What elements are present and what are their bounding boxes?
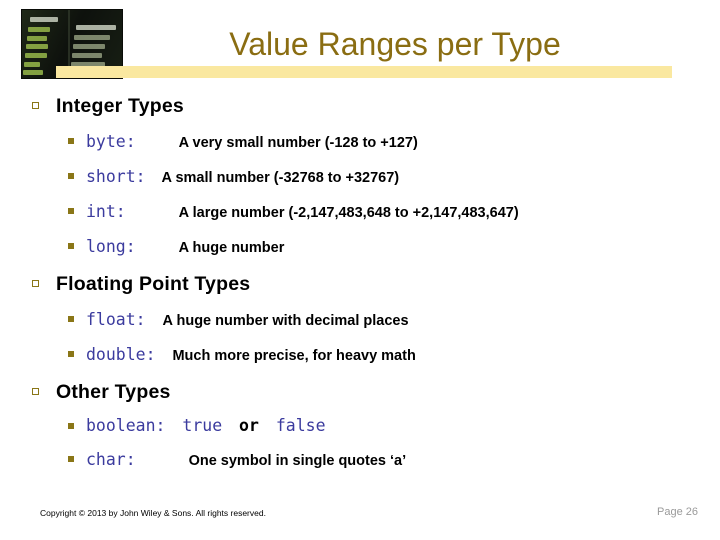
type-description-float: A huge number with decimal places: [162, 313, 409, 329]
page-title: Value Ranges per Type: [229, 26, 561, 62]
slide-body: Integer Types byte: A very small number …: [0, 92, 720, 477]
section-heading-label: Integer Types: [56, 95, 184, 117]
title-accent-bar: [56, 66, 672, 78]
square-outline-bullet-icon: [32, 102, 39, 109]
square-filled-bullet-icon: [68, 456, 74, 462]
section-heading-label: Other Types: [56, 381, 171, 403]
list-item-int: int: A large number (-2,147,483,648 to +…: [0, 194, 720, 229]
type-name-boolean: boolean:: [86, 416, 166, 435]
type-description-long: A huge number: [178, 240, 285, 256]
square-filled-bullet-icon: [68, 173, 74, 179]
square-filled-bullet-icon: [68, 208, 74, 214]
type-name-short: short:: [86, 167, 146, 186]
type-name-int: int:: [86, 202, 126, 221]
type-description-double: Much more precise, for heavy math: [172, 348, 416, 364]
boolean-conjunction: or: [239, 416, 259, 435]
square-filled-bullet-icon: [68, 423, 74, 429]
board-row: [25, 53, 47, 58]
board-row: [26, 44, 48, 49]
slide: Value Ranges per Type Integer Types byte…: [0, 0, 720, 540]
boolean-value-true: true: [182, 416, 223, 435]
section-heading-floating-point-types: Floating Point Types: [0, 270, 720, 298]
square-outline-bullet-icon: [32, 280, 39, 287]
type-name-long: long:: [86, 237, 136, 256]
board-row: [27, 36, 47, 41]
list-item-short: short: A small number (-32768 to +32767): [0, 159, 720, 194]
section-heading-other-types: Other Types: [0, 378, 720, 406]
list-item-char: char: One symbol in single quotes ‘a’: [0, 442, 720, 477]
square-filled-bullet-icon: [68, 351, 74, 357]
type-name-char: char:: [86, 450, 136, 469]
page-number: Page 26: [657, 506, 698, 518]
type-description-byte: A very small number (-128 to +127): [178, 135, 418, 151]
board-destination: [72, 53, 102, 58]
section-heading-integer-types: Integer Types: [0, 92, 720, 120]
square-filled-bullet-icon: [68, 243, 74, 249]
square-outline-bullet-icon: [32, 388, 39, 395]
type-name-float: float:: [86, 310, 146, 329]
list-item-boolean: boolean: true or false: [0, 410, 720, 442]
type-name-double: double:: [86, 345, 156, 364]
board-header-text: [30, 17, 58, 22]
type-description-int: A large number (-2,147,483,648 to +2,147…: [178, 205, 519, 221]
type-name-byte: byte:: [86, 132, 136, 151]
board-row: [23, 70, 43, 75]
boolean-value-false: false: [275, 416, 326, 435]
type-description-short: A small number (-32768 to +32767): [161, 170, 400, 186]
slide-header: Value Ranges per Type: [0, 0, 720, 90]
type-description-char: One symbol in single quotes ‘a’: [188, 453, 407, 469]
board-row: [24, 62, 40, 67]
board-row: [28, 27, 50, 32]
square-filled-bullet-icon: [68, 138, 74, 144]
list-item-long: long: A huge number: [0, 229, 720, 264]
copyright-notice: Copyright © 2013 by John Wiley & Sons. A…: [40, 508, 266, 518]
section-heading-label: Floating Point Types: [56, 273, 251, 295]
list-item-byte: byte: A very small number (-128 to +127): [0, 124, 720, 159]
square-filled-bullet-icon: [68, 316, 74, 322]
list-item-double: double: Much more precise, for heavy mat…: [0, 337, 720, 372]
list-item-float: float: A huge number with decimal places: [0, 302, 720, 337]
